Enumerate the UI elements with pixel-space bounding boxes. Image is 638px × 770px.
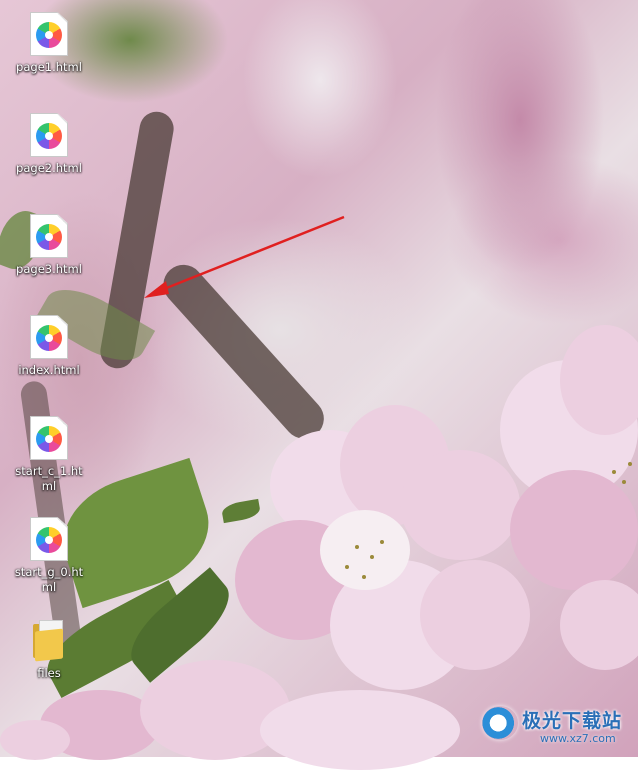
browser-html-file-icon (30, 517, 68, 561)
browser-html-file-icon (30, 12, 68, 56)
desktop-icon-page3[interactable]: page3.html (4, 214, 94, 277)
browser-html-file-icon (30, 214, 68, 258)
browser-html-file-icon (30, 113, 68, 157)
site-watermark: 极光下载站 www.xz7.com (476, 700, 636, 750)
desktop-icon-label: index.html (18, 363, 80, 377)
watermark-logo-icon (482, 706, 518, 740)
desktop-icon-start-c-1[interactable]: start_c_1.ht ml (4, 416, 94, 494)
desktop-icon-label: page1.html (16, 60, 82, 74)
desktop-icon-label: start_c_1.ht ml (15, 464, 83, 493)
desktop-icon-start-g-0[interactable]: start_g_0.ht ml (4, 517, 94, 595)
watermark-url: www.xz7.com (540, 732, 616, 745)
desktop-icon-page1[interactable]: page1.html (4, 12, 94, 75)
browser-html-file-icon (30, 315, 68, 359)
arrow-head (144, 281, 169, 298)
desktop-icon-label: page3.html (16, 262, 82, 276)
desktop-icon-label: start_g_0.ht ml (14, 565, 84, 594)
desktop-icon-page2[interactable]: page2.html (4, 113, 94, 176)
desktop-icon-files-folder[interactable]: files (4, 620, 94, 681)
desktop-icon-label: page2.html (16, 161, 82, 175)
desktop-icon-index[interactable]: index.html (4, 315, 94, 378)
watermark-brand: 极光下载站 (522, 710, 623, 732)
desktop-icon-area: page1.html page2.html page3.html index.h… (0, 0, 100, 757)
desktop-icon-label: files (37, 666, 61, 680)
arrow-shaft (153, 215, 345, 295)
folder-icon (33, 620, 65, 662)
browser-html-file-icon (30, 416, 68, 460)
